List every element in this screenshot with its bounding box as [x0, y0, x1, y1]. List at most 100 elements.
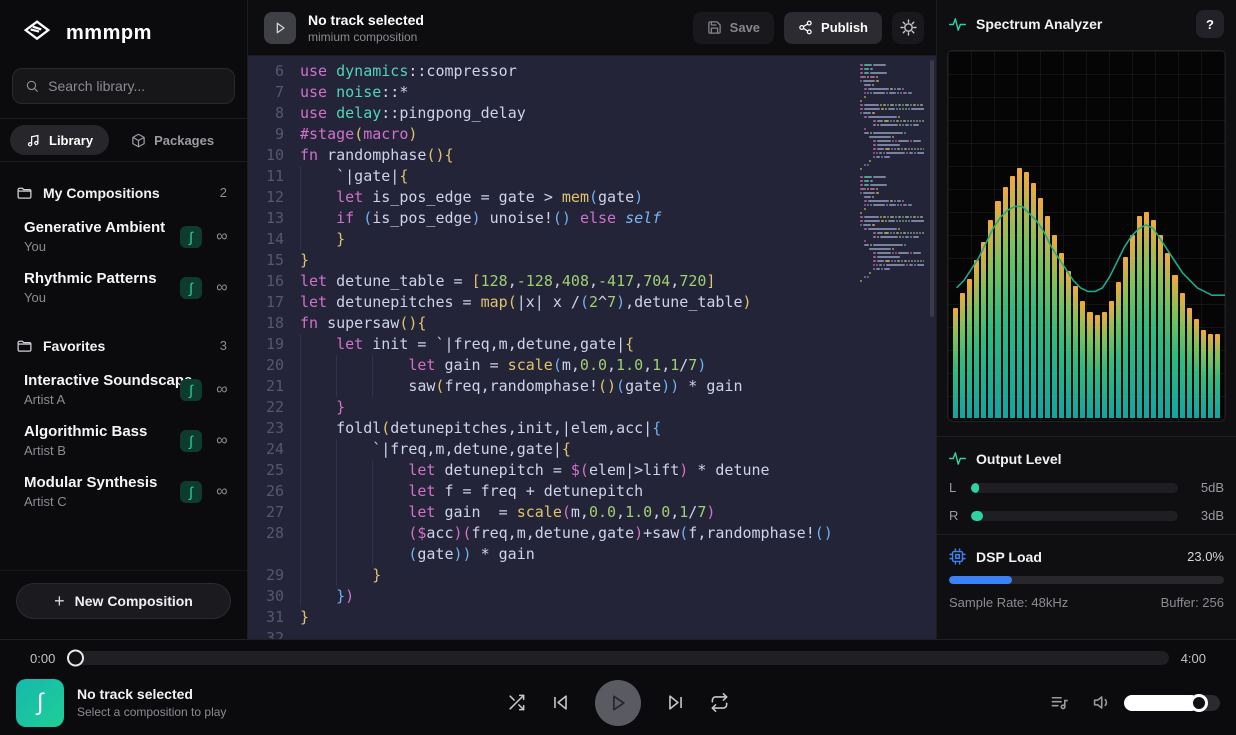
seek-bar[interactable] — [67, 651, 1168, 665]
list-item[interactable]: Interactive SoundscapeArtist A∫∞ — [0, 364, 247, 415]
composition-author: Artist C — [24, 494, 180, 509]
indent-guide — [372, 481, 408, 502]
code-line[interactable]: 6use dynamics::compressor — [248, 61, 936, 82]
meter-left: L 5dB — [949, 480, 1224, 495]
indent-guide — [300, 523, 336, 544]
code-line[interactable]: 11`|gate|{ — [248, 166, 936, 187]
help-button[interactable]: ? — [1196, 10, 1224, 38]
indent-guide — [300, 565, 336, 586]
code-line[interactable]: 15} — [248, 250, 936, 271]
code-line[interactable]: 12let is_pos_edge = gate > mem(gate) — [248, 187, 936, 208]
line-number: 12 — [248, 187, 300, 208]
list-item[interactable]: Algorithmic BassArtist B∫∞ — [0, 415, 247, 466]
code-line[interactable]: 19let init = `|freq,m,detune,gate|{ — [248, 334, 936, 355]
code-line[interactable]: 18fn supersaw(){ — [248, 313, 936, 334]
next-button[interactable] — [666, 693, 685, 712]
code-line[interactable]: 30}) — [248, 586, 936, 607]
code-line[interactable]: (gate)) * gain — [248, 544, 936, 565]
publish-button[interactable]: Publish — [784, 12, 882, 44]
editor-scrollbar[interactable] — [928, 56, 936, 639]
section-header[interactable]: My Compositions2 — [0, 176, 247, 211]
track-thumbnail-play[interactable] — [264, 12, 296, 44]
mimium-badge-icon: ∫ — [180, 481, 202, 503]
code-area[interactable]: 6use dynamics::compressor7use noise::*8u… — [248, 56, 936, 639]
code-line[interactable]: 28($acc)(freq,m,detune,gate)+saw(f,rando… — [248, 523, 936, 544]
tab-library[interactable]: Library — [10, 125, 109, 155]
line-number: 9 — [248, 124, 300, 145]
shuffle-button[interactable] — [507, 693, 526, 712]
app-logo-icon — [20, 16, 54, 50]
mimium-badge-icon: ∫ — [180, 277, 202, 299]
code-line[interactable]: 24`|freq,m,detune,gate|{ — [248, 439, 936, 460]
section-label: My Compositions — [43, 185, 210, 201]
spectrum-analyzer — [947, 50, 1226, 422]
indent-guide — [300, 187, 336, 208]
settings-button[interactable] — [892, 12, 924, 44]
repeat-button[interactable] — [710, 693, 729, 712]
code-line[interactable]: 8use delay::pingpong_delay — [248, 103, 936, 124]
section-header[interactable]: Favorites3 — [0, 329, 247, 364]
line-number: 23 — [248, 418, 300, 439]
line-number: 20 — [248, 355, 300, 376]
infinity-icon: ∞ — [213, 432, 231, 450]
shuffle-icon — [507, 693, 526, 712]
code-line[interactable]: 9#stage(macro) — [248, 124, 936, 145]
indent-guide — [300, 376, 336, 397]
search-icon — [25, 78, 39, 94]
play-button[interactable] — [595, 680, 641, 726]
code-line[interactable]: 22} — [248, 397, 936, 418]
indent-guide — [372, 376, 408, 397]
save-button[interactable]: Save — [693, 12, 774, 44]
tab-packages-label: Packages — [154, 133, 214, 148]
volume-slider[interactable] — [1124, 695, 1220, 711]
indent-guide — [372, 502, 408, 523]
code-line[interactable]: 21saw(freq,randomphase!()(gate)) * gain — [248, 376, 936, 397]
indent-guide — [300, 544, 336, 565]
code-line[interactable]: 29} — [248, 565, 936, 586]
timeline: 0:00 4:00 — [0, 640, 1236, 676]
code-editor[interactable]: 6use dynamics::compressor7use noise::*8u… — [248, 56, 936, 639]
list-item[interactable]: Modular SynthesisArtist C∫∞ — [0, 466, 247, 517]
code-line[interactable]: 13if (is_pos_edge) unoise!() else self — [248, 208, 936, 229]
code-line[interactable]: 16let detune_table = [128,-128,408,-417,… — [248, 271, 936, 292]
code-line[interactable]: 10fn randomphase(){ — [248, 145, 936, 166]
queue-button[interactable] — [1050, 693, 1069, 712]
now-playing-title: No track selected — [77, 686, 226, 702]
dsp-load-value: 23.0% — [1187, 549, 1224, 564]
new-composition-button[interactable]: + New Composition — [16, 583, 231, 619]
code-line[interactable]: 23foldl(detunepitches,init,|elem,acc|{ — [248, 418, 936, 439]
seek-handle[interactable] — [67, 650, 84, 667]
editor-minimap[interactable] — [860, 64, 924, 288]
code-line[interactable]: 20let gain = scale(m,0.0,1.0,1,1/7) — [248, 355, 936, 376]
composition-title: Generative Ambient — [24, 219, 180, 236]
code-line[interactable]: 32 — [248, 628, 936, 639]
code-line[interactable]: 7use noise::* — [248, 82, 936, 103]
list-item[interactable]: Generative AmbientYou∫∞ — [0, 211, 247, 262]
volume-icon[interactable] — [1093, 693, 1112, 712]
volume-handle[interactable] — [1190, 694, 1208, 712]
scrollbar-thumb[interactable] — [930, 60, 934, 317]
sidebar-lists: My Compositions2Generative AmbientYou∫∞R… — [0, 162, 247, 570]
code-line[interactable]: 26let f = freq + detunepitch — [248, 481, 936, 502]
indent-guide — [336, 481, 372, 502]
code-line[interactable]: 25let detunepitch = $(elem|>lift) * detu… — [248, 460, 936, 481]
list-item[interactable]: Rhythmic PatternsYou∫∞ — [0, 262, 247, 313]
search-input[interactable] — [48, 78, 222, 94]
composition-title: Rhythmic Patterns — [24, 270, 180, 287]
meter-left-value: 5dB — [1188, 480, 1224, 495]
save-label: Save — [730, 20, 760, 35]
line-number: 6 — [248, 61, 300, 82]
code-line[interactable]: 17let detunepitches = map(|x| x /(2^7),d… — [248, 292, 936, 313]
publish-label: Publish — [821, 20, 868, 35]
code-line[interactable]: 31} — [248, 607, 936, 628]
indent-guide — [372, 523, 408, 544]
meter-right-value: 3dB — [1188, 508, 1224, 523]
code-line[interactable]: 27let gain = scale(m,0.0,1.0,0,1/7) — [248, 502, 936, 523]
tab-packages[interactable]: Packages — [115, 125, 230, 155]
previous-button[interactable] — [551, 693, 570, 712]
meter-left-label: L — [949, 480, 961, 495]
indent-guide — [300, 334, 336, 355]
line-number: 19 — [248, 334, 300, 355]
playlist-icon — [1050, 693, 1069, 712]
code-line[interactable]: 14} — [248, 229, 936, 250]
